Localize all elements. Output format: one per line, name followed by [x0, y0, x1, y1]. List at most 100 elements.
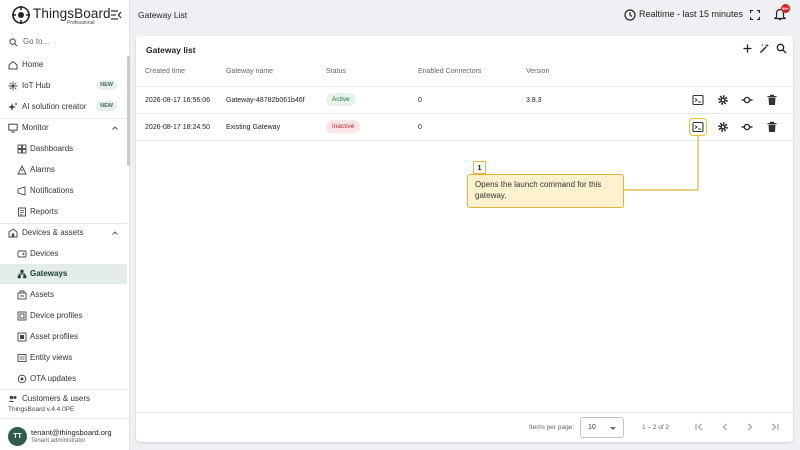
sidebar-item-device-profiles[interactable]: Device profiles — [0, 306, 127, 326]
cell-version: 3.8.3 — [526, 97, 542, 104]
launch-command-icon[interactable] — [692, 94, 704, 106]
sidebar-item-label: Gateways — [30, 269, 68, 278]
sidebar-item-gateways[interactable]: Gateways — [0, 264, 127, 284]
cell-created-time: 2026-08-17 16:56:06 — [145, 97, 210, 104]
dropdown-caret-icon — [610, 427, 616, 430]
sidebar-item-label: Assets — [30, 290, 55, 299]
status-badge: Inactive — [326, 120, 361, 133]
asset-profile-icon — [17, 332, 27, 342]
ai-sparkle-icon — [8, 102, 18, 111]
device-profile-icon — [17, 311, 27, 321]
new-badge: NEW — [96, 80, 117, 90]
home-icon — [8, 60, 18, 70]
first-page-icon[interactable] — [694, 422, 704, 432]
gateway-list-card: Gateway list Created time Gateway name S… — [136, 36, 793, 442]
paginator: Items per page: 10 1 – 2 of 2 — [136, 412, 793, 442]
user-role: Tenant administrator — [31, 438, 86, 444]
sidebar-item-ota-updates[interactable]: OTA updates — [0, 369, 127, 389]
delete-icon[interactable] — [766, 121, 778, 133]
sidebar-item-label: Customers & users — [22, 394, 91, 402]
search-icon[interactable] — [776, 43, 787, 54]
sidebar-search[interactable]: Go to... — [9, 36, 119, 50]
sidebar-item-entity-views[interactable]: Entity views — [0, 348, 127, 368]
customers-icon — [8, 395, 17, 402]
column-header-created-time[interactable]: Created time — [145, 68, 185, 75]
items-per-page-label: Items per page: — [529, 424, 575, 431]
search-icon — [9, 38, 18, 47]
items-per-page-select[interactable]: 10 — [580, 417, 624, 438]
collapse-menu-icon[interactable] — [110, 9, 122, 21]
gear-icon[interactable] — [717, 94, 729, 106]
notifications-icon — [17, 186, 26, 196]
sidebar-item-label: Asset profiles — [30, 332, 79, 341]
column-header-gateway-name[interactable]: Gateway name — [226, 68, 273, 75]
gateway-icon — [17, 269, 27, 279]
cell-created-time: 2026-08-17 18:24:50 — [145, 124, 210, 131]
column-header-enabled-connectors[interactable]: Enabled Connectors — [418, 68, 481, 75]
sidebar-item-label: OTA updates — [30, 374, 77, 383]
search-placeholder: Go to... — [23, 37, 50, 46]
add-icon[interactable] — [742, 43, 753, 54]
callout-step-number: 1 — [473, 161, 486, 174]
sidebar-item-asset-profiles[interactable]: Asset profiles — [0, 327, 127, 347]
sidebar-item-reports[interactable]: Reports — [0, 202, 127, 222]
sidebar-item-ai-solution-creator[interactable]: AI solution creator NEW — [0, 97, 127, 117]
monitor-icon — [8, 123, 18, 133]
sidebar-item-assets[interactable]: Assets — [0, 285, 127, 305]
alarm-icon — [17, 165, 27, 175]
timewindow-label: Realtime - last 15 minutes — [639, 9, 744, 19]
fullscreen-icon[interactable] — [750, 10, 760, 20]
new-badge: NEW — [96, 101, 117, 111]
connectors-icon[interactable] — [741, 94, 753, 106]
sidebar-item-notifications[interactable]: Notifications — [0, 181, 127, 201]
next-page-icon[interactable] — [745, 422, 755, 432]
connectors-icon[interactable] — [741, 121, 753, 133]
reports-icon — [18, 207, 26, 217]
avatar: TT — [8, 427, 27, 446]
sidebar-item-monitor[interactable]: Monitor — [0, 118, 127, 138]
user-menu[interactable]: TT tenant@thingsboard.org Tenant adminis… — [0, 418, 130, 450]
sidebar-item-devices[interactable]: Devices — [0, 244, 127, 264]
table-row[interactable]: 2026-08-17 16:56:06 Gateway-48782b061b46… — [136, 86, 793, 113]
gear-icon[interactable] — [717, 121, 729, 133]
assets-icon — [17, 290, 27, 300]
sidebar-scrollbar[interactable] — [127, 56, 130, 166]
magic-wand-icon[interactable] — [759, 43, 770, 54]
cell-gateway-name: Existing Gateway — [226, 124, 281, 131]
sidebar-item-label: Devices & assets — [22, 228, 84, 237]
launch-command-icon[interactable] — [689, 118, 707, 136]
page-range: 1 – 2 of 2 — [642, 424, 670, 431]
sidebar-item-devices-assets[interactable]: Devices & assets — [0, 223, 127, 243]
table-row[interactable]: 2026-08-17 18:24:50 Existing Gateway Ina… — [136, 113, 793, 140]
sidebar-item-label: IoT Hub — [22, 81, 51, 90]
delete-icon[interactable] — [766, 94, 778, 106]
sidebar-item-alarms[interactable]: Alarms — [0, 160, 127, 180]
cell-enabled-connectors: 0 — [418, 124, 422, 131]
entity-views-icon — [17, 354, 27, 362]
sidebar-item-customers-users[interactable]: Customers & users — [0, 389, 127, 402]
iot-hub-icon — [8, 81, 18, 91]
brand-edition: Professional — [67, 20, 95, 26]
column-header-version[interactable]: Version — [526, 68, 549, 75]
clock-icon — [624, 9, 636, 21]
sidebar-item-label: Devices — [30, 249, 59, 258]
status-badge: Active — [326, 93, 356, 106]
last-page-icon[interactable] — [770, 422, 780, 432]
sidebar-item-home[interactable]: Home — [0, 55, 127, 75]
brand-name: ThingsBoard — [33, 6, 111, 21]
notification-count-badge: 99+ — [781, 4, 790, 13]
devices-assets-icon — [8, 228, 18, 238]
previous-page-icon[interactable] — [720, 422, 730, 432]
dashboards-icon — [17, 144, 27, 154]
sidebar-item-label: Reports — [30, 207, 59, 216]
sidebar-item-label: Entity views — [30, 353, 73, 362]
cell-gateway-name: Gateway-48782b061b46f — [226, 97, 305, 104]
row-divider — [136, 140, 793, 141]
thingsboard-logo-icon — [12, 6, 30, 24]
sidebar-item-label: Alarms — [30, 165, 55, 174]
column-header-status[interactable]: Status — [326, 68, 346, 75]
top-bar: Gateway List Realtime - last 15 minutes … — [130, 0, 800, 30]
sidebar-item-iot-hub[interactable]: IoT Hub NEW — [0, 76, 127, 96]
sidebar-item-label: Monitor — [22, 123, 49, 132]
sidebar-item-dashboards[interactable]: Dashboards — [0, 139, 127, 159]
